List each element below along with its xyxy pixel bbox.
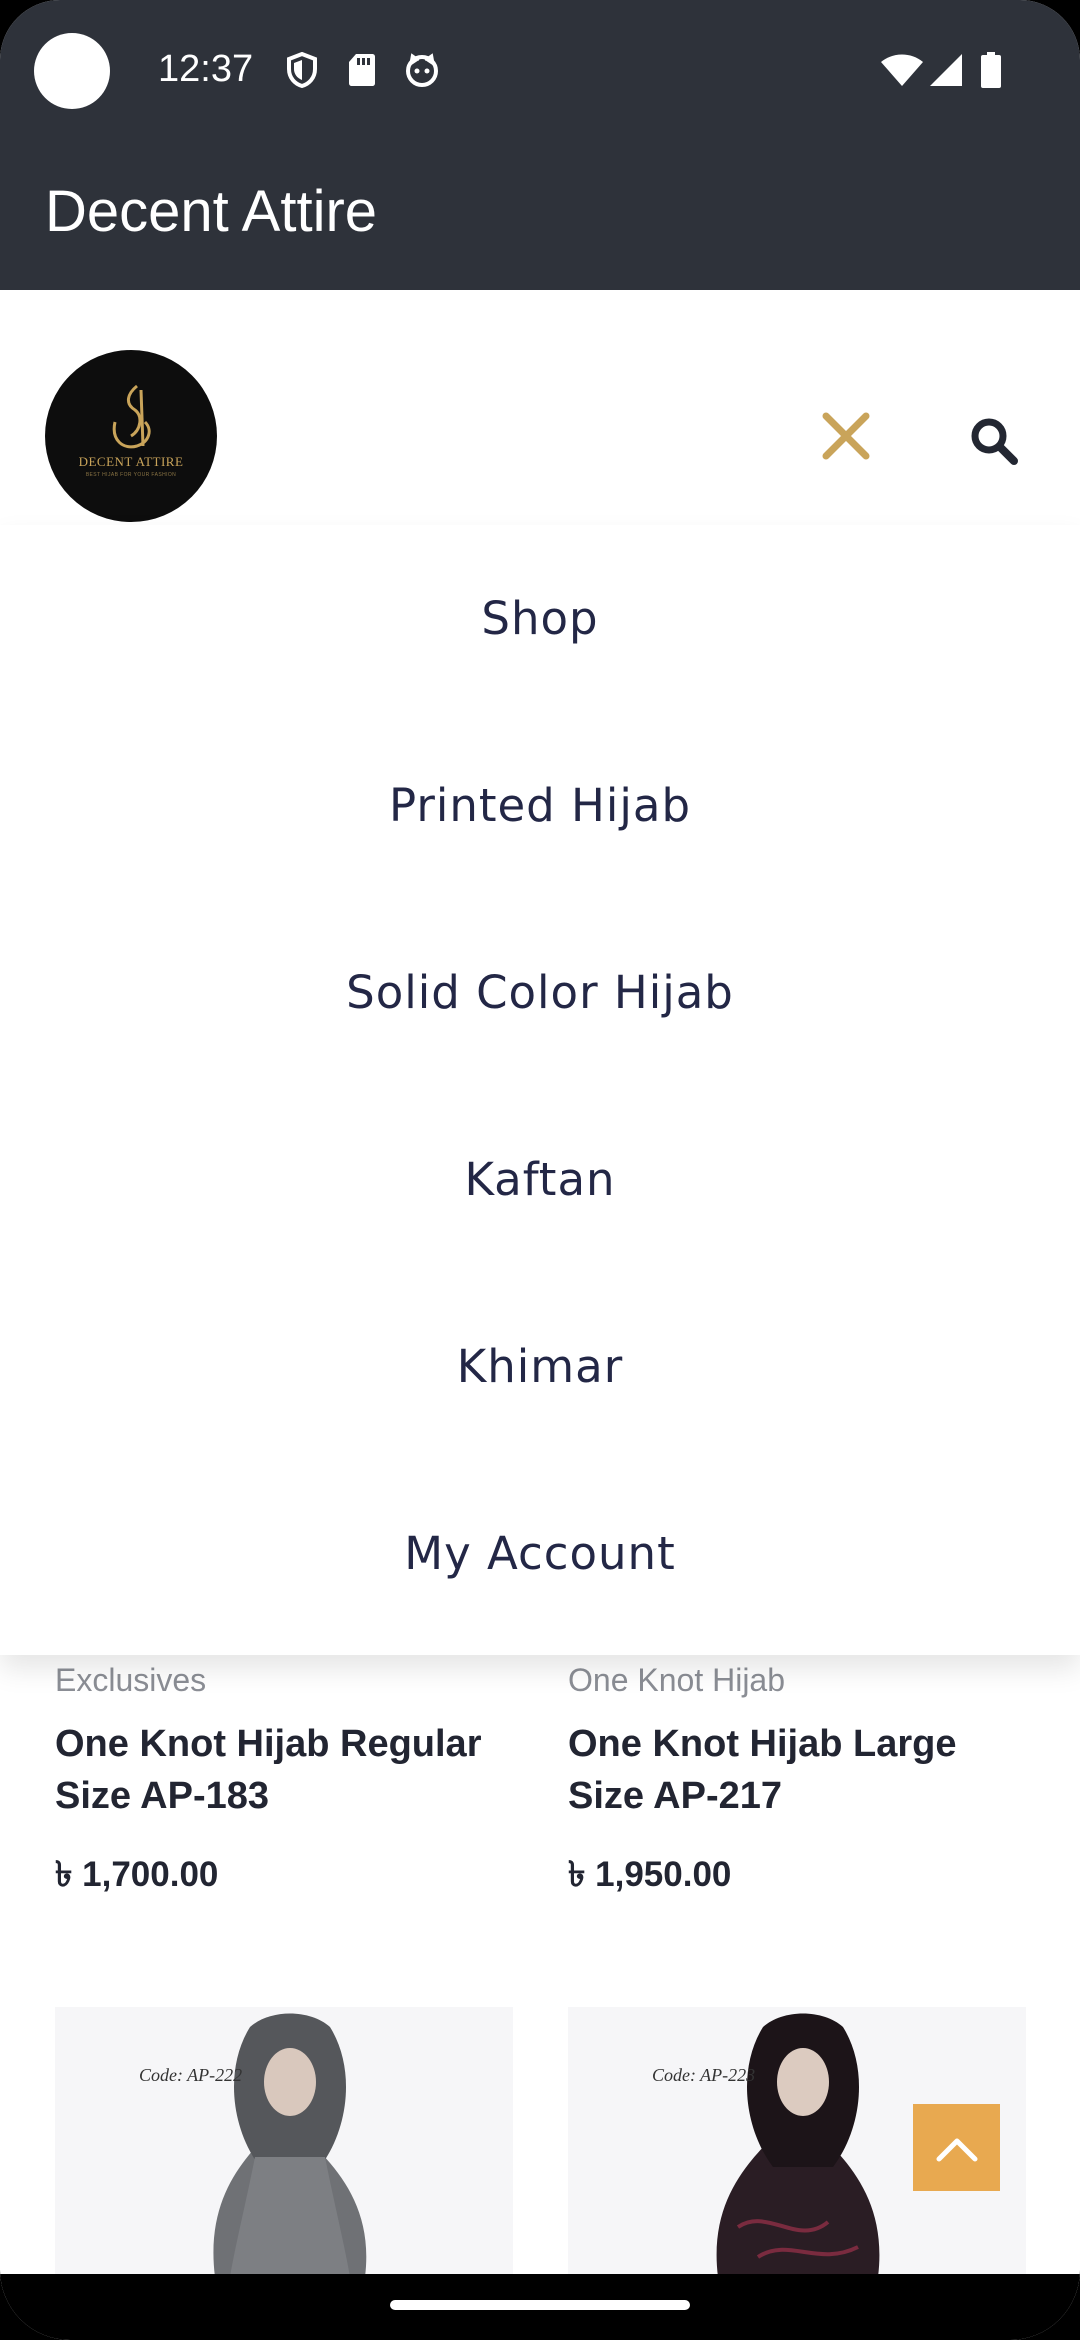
wifi-icon: [881, 54, 923, 86]
status-time: 12:37: [158, 48, 254, 90]
logo-mark-icon: [112, 384, 151, 449]
product-price: ৳ 1,950.00: [568, 1855, 732, 1894]
signal-icon: [930, 54, 962, 86]
app-bar: 12:37 Decent Attire: [0, 0, 1080, 290]
app-notification-icon: [406, 53, 438, 87]
menu-item-solid-color-hijab[interactable]: Solid Color Hijab: [0, 899, 1080, 1086]
menu-item-printed-hijab[interactable]: Printed Hijab: [0, 712, 1080, 899]
site-logo[interactable]: DECENT ATTIRE BEST HIJAB FOR YOUR FASHIO…: [45, 350, 217, 522]
product-image[interactable]: Code: AP-222: [55, 2007, 513, 2277]
product-code-label: Code: AP-222: [139, 2065, 243, 2085]
menu-item-my-account[interactable]: My Account: [0, 1460, 1080, 1647]
logo-tagline: BEST HIJAB FOR YOUR FASHION: [85, 472, 177, 478]
menu-item-shop[interactable]: Shop: [0, 525, 1080, 712]
shield-icon: [287, 52, 317, 88]
sd-card-icon: [349, 54, 375, 86]
product-name[interactable]: One Knot Hijab Regular Size AP-183: [55, 1718, 515, 1822]
menu-item-kaftan[interactable]: Kaftan: [0, 1086, 1080, 1273]
close-icon[interactable]: [818, 408, 874, 464]
screen: 12:37 Decent Attire DECENT ATTIRE BEST H…: [0, 0, 1080, 2340]
menu-item-khimar[interactable]: Khimar: [0, 1273, 1080, 1460]
mannequin-grey-hijab-image: [213, 2013, 367, 2277]
home-gesture-handle[interactable]: [390, 2300, 690, 2310]
app-title: Decent Attire: [45, 179, 378, 244]
product-name[interactable]: One Knot Hijab Large Size AP-217: [568, 1718, 1028, 1822]
chevron-up-icon: [936, 2138, 977, 2161]
battery-icon: [981, 52, 1001, 88]
logo-text: DECENT ATTIRE: [78, 454, 184, 469]
product-price: ৳ 1,700.00: [55, 1855, 219, 1894]
search-icon[interactable]: [968, 415, 1020, 467]
product-category[interactable]: One Knot Hijab: [568, 1662, 785, 1699]
camera-cutout: [34, 33, 110, 109]
scroll-to-top-button[interactable]: [913, 2104, 1000, 2191]
nav-menu: Shop Printed Hijab Solid Color Hijab Kaf…: [0, 525, 1080, 1655]
product-category[interactable]: Exclusives: [55, 1662, 206, 1699]
product-code-label: Code: AP-223: [652, 2065, 756, 2085]
